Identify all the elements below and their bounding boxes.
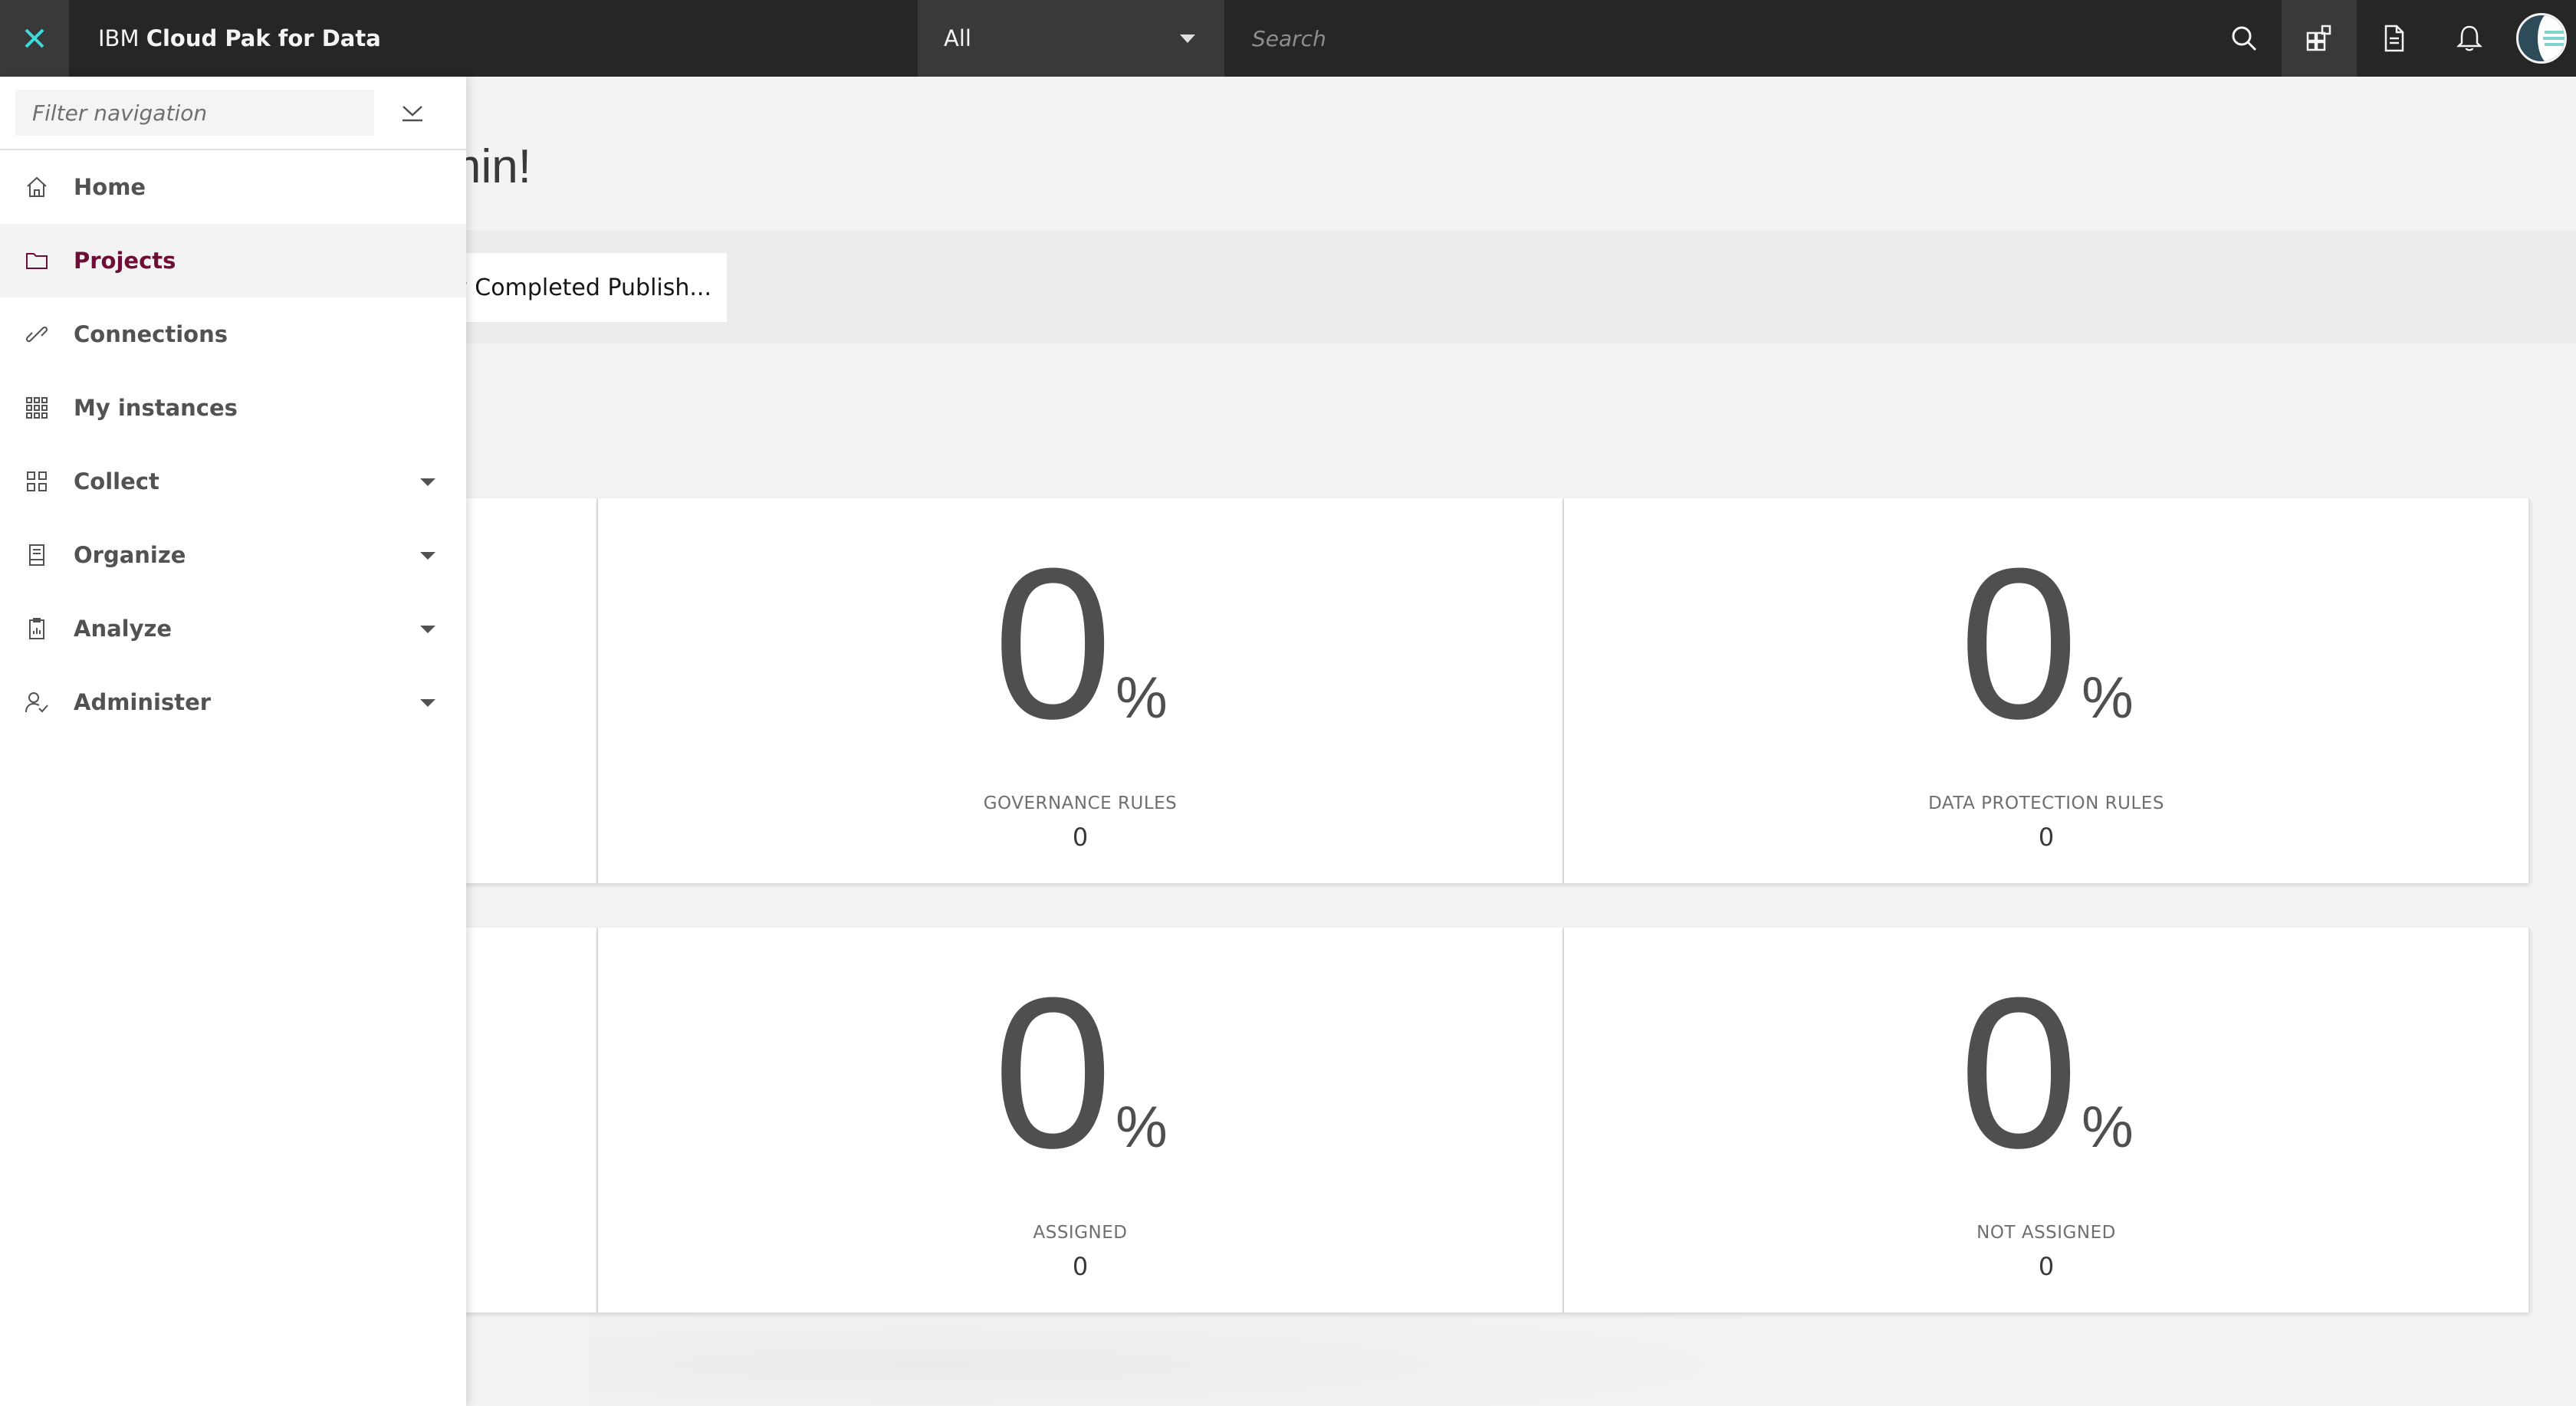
stat-percentage: 0% bbox=[598, 537, 1562, 751]
stat-label: ASSIGNED bbox=[1033, 1223, 1128, 1243]
product-name[interactable]: IBM Cloud Pak for Data bbox=[69, 25, 918, 51]
collapse-all-icon bbox=[402, 106, 422, 122]
search-scope-value: All bbox=[944, 25, 971, 51]
notifications-button[interactable] bbox=[2432, 0, 2507, 77]
sidebar-item-label: Home bbox=[74, 174, 146, 200]
sidebar-item-label: My instances bbox=[74, 395, 238, 421]
brand-name: Cloud Pak for Data bbox=[146, 25, 381, 51]
filter-navigation-input[interactable] bbox=[15, 90, 374, 136]
report-icon bbox=[23, 615, 51, 642]
sidebar-item-my-instances[interactable]: My instances bbox=[0, 371, 466, 445]
main-content: come admin! My Completed Publish... 0% G… bbox=[0, 77, 2576, 1406]
stat-number: 0 bbox=[993, 954, 1113, 1193]
stat-number: 0 bbox=[993, 524, 1113, 764]
stat-unit: % bbox=[1116, 1095, 1168, 1160]
stat-number: 0 bbox=[1959, 524, 2079, 764]
bell-icon bbox=[2456, 25, 2482, 51]
stat-number: 0 bbox=[1959, 954, 2079, 1193]
stat-unit: % bbox=[2082, 665, 2134, 731]
search-icon bbox=[2232, 26, 2257, 51]
sidebar-item-connections[interactable]: Connections bbox=[0, 297, 466, 371]
world-map-background bbox=[589, 1303, 1739, 1406]
dashboard-tabs: My Completed Publish... bbox=[274, 230, 2576, 343]
sidebar-item-label: Collect bbox=[74, 468, 159, 494]
sidebar-item-organize[interactable]: Organize bbox=[0, 518, 466, 592]
welcome-banner: come admin! bbox=[259, 77, 2576, 230]
services-button[interactable] bbox=[2282, 0, 2357, 77]
search-input[interactable] bbox=[1250, 25, 2097, 52]
chevron-down-icon bbox=[420, 699, 435, 707]
stat-label: DATA PROTECTION RULES bbox=[1928, 793, 2164, 813]
home-icon bbox=[23, 173, 51, 201]
sidebar-item-label: Projects bbox=[74, 248, 176, 274]
stat-label: GOVERNANCE RULES bbox=[983, 793, 1178, 813]
search-scope-dropdown[interactable]: All bbox=[918, 0, 1224, 77]
stat-percentage: 0% bbox=[1564, 966, 2528, 1181]
top-bar: IBM Cloud Pak for Data All bbox=[0, 0, 2576, 77]
sidebar-item-label: Connections bbox=[74, 321, 228, 347]
services-icon bbox=[2306, 25, 2331, 51]
stat-value: 0 bbox=[2038, 823, 2055, 852]
stat-percentage: 0% bbox=[598, 966, 1562, 1181]
stat-card-governance-rules[interactable]: 0% GOVERNANCE RULES 0 bbox=[598, 498, 1564, 883]
avatar bbox=[2516, 13, 2567, 64]
link-icon bbox=[23, 320, 51, 348]
stat-value: 0 bbox=[1072, 823, 1089, 852]
documentation-button[interactable] bbox=[2357, 0, 2432, 77]
stat-unit: % bbox=[2082, 1095, 2134, 1160]
card-row: 0% ASSIGNED 0 0% NOT ASSIGNED 0 bbox=[0, 928, 2530, 1312]
grid-icon bbox=[23, 394, 51, 422]
stat-card-data-protection-rules[interactable]: 0% DATA PROTECTION RULES 0 bbox=[1564, 498, 2530, 883]
search-button[interactable] bbox=[2206, 0, 2282, 77]
avatar-image bbox=[2518, 15, 2564, 61]
apps-icon bbox=[23, 468, 51, 495]
sidebar-item-collect[interactable]: Collect bbox=[0, 445, 466, 518]
chevron-down-icon bbox=[1180, 34, 1195, 43]
collapse-all-button[interactable] bbox=[374, 76, 451, 149]
sidebar-item-administer[interactable]: Administer bbox=[0, 665, 466, 739]
stat-value: 0 bbox=[2038, 1252, 2055, 1281]
user-profile-button[interactable] bbox=[2507, 0, 2576, 77]
sidebar-item-label: Organize bbox=[74, 542, 186, 568]
chevron-down-icon bbox=[420, 478, 435, 486]
catalog-icon bbox=[23, 541, 51, 569]
document-icon bbox=[2384, 25, 2404, 52]
sidebar-item-projects[interactable]: Projects bbox=[0, 224, 466, 297]
stat-value: 0 bbox=[1072, 1252, 1089, 1281]
close-nav-button[interactable] bbox=[0, 0, 69, 77]
sidebar-item-home[interactable]: Home bbox=[0, 150, 466, 224]
sidebar-item-analyze[interactable]: Analyze bbox=[0, 592, 466, 665]
close-icon bbox=[25, 28, 44, 48]
search-bar bbox=[1224, 0, 2206, 77]
sidebar-item-label: Analyze bbox=[74, 616, 172, 642]
chevron-down-icon bbox=[420, 626, 435, 633]
sidebar-item-label: Administer bbox=[74, 689, 212, 715]
chevron-down-icon bbox=[420, 552, 435, 560]
user-admin-icon bbox=[23, 688, 51, 716]
folder-icon bbox=[23, 247, 51, 274]
stat-card-not-assigned[interactable]: 0% NOT ASSIGNED 0 bbox=[1564, 928, 2530, 1312]
brand-prefix: IBM bbox=[98, 25, 140, 51]
stat-percentage: 0% bbox=[1564, 537, 2528, 751]
card-row: 0% GOVERNANCE RULES 0 0% DATA PROTECTION… bbox=[0, 498, 2530, 883]
stat-unit: % bbox=[1116, 665, 1168, 731]
side-navigation: Home Projects Connections My instances bbox=[0, 77, 466, 1406]
stat-label: NOT ASSIGNED bbox=[1976, 1223, 2116, 1243]
stat-card-assigned[interactable]: 0% ASSIGNED 0 bbox=[598, 928, 1564, 1312]
filter-navigation-row bbox=[0, 77, 466, 150]
